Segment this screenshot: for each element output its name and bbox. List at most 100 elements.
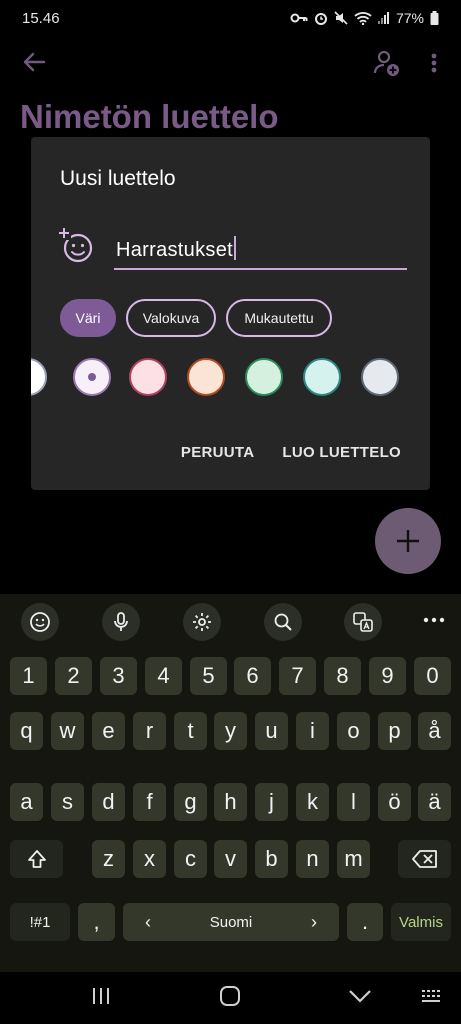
- translate-icon: [353, 612, 373, 632]
- key-z[interactable]: z: [92, 840, 125, 878]
- emoji-key[interactable]: [21, 603, 59, 641]
- key-k[interactable]: k: [296, 783, 329, 821]
- back-arrow-icon[interactable]: [20, 48, 48, 76]
- app-bar: [0, 40, 461, 84]
- key-j[interactable]: j: [255, 783, 288, 821]
- color-swatches: [31, 355, 430, 399]
- key-d[interactable]: d: [92, 783, 125, 821]
- key-7[interactable]: 7: [279, 657, 316, 695]
- list-name-value: Harrastukset: [116, 239, 233, 261]
- add-emoji-icon[interactable]: [58, 227, 96, 265]
- comma-key[interactable]: ,: [78, 903, 115, 941]
- add-fab[interactable]: [375, 508, 441, 574]
- gear-icon: [193, 613, 211, 631]
- alarm-icon: [314, 13, 327, 25]
- dialog-actions: PERUUTA LUO LUETTELO: [181, 444, 401, 461]
- key-i[interactable]: i: [296, 712, 329, 750]
- wifi-icon: [354, 12, 372, 25]
- symbols-key[interactable]: !#1: [10, 903, 70, 941]
- key-o-umlaut[interactable]: ö: [378, 783, 411, 821]
- key-e[interactable]: e: [92, 712, 125, 750]
- key-g[interactable]: g: [174, 783, 207, 821]
- key-x[interactable]: x: [133, 840, 166, 878]
- key-9[interactable]: 9: [369, 657, 406, 695]
- cancel-button[interactable]: PERUUTA: [181, 444, 255, 461]
- backspace-key[interactable]: [398, 840, 451, 878]
- key-0[interactable]: 0: [414, 657, 451, 695]
- key-t[interactable]: t: [174, 712, 207, 750]
- color-swatch[interactable]: [129, 358, 167, 396]
- key-f[interactable]: f: [133, 783, 166, 821]
- space-key[interactable]: ‹ Suomi ›: [123, 903, 339, 941]
- more-vert-icon[interactable]: [424, 48, 444, 78]
- keyboard: 1 2 3 4 5 6 7 8 9 0 q w e r t y u i o p …: [0, 594, 461, 972]
- list-name-input[interactable]: Harrastukset: [114, 232, 407, 270]
- keyboard-toolbar: [0, 594, 461, 648]
- backspace-icon: [411, 850, 437, 868]
- key-l[interactable]: l: [337, 783, 370, 821]
- chip-color[interactable]: Väri: [60, 299, 116, 337]
- key-p[interactable]: p: [378, 712, 411, 750]
- keyboard-settings-key[interactable]: [183, 603, 221, 641]
- key-3[interactable]: 3: [100, 657, 137, 695]
- voice-input-key[interactable]: [102, 603, 140, 641]
- translate-key[interactable]: [344, 603, 382, 641]
- key-y[interactable]: y: [214, 712, 247, 750]
- key-c[interactable]: c: [174, 840, 207, 878]
- add-person-icon[interactable]: [372, 48, 402, 78]
- color-swatch[interactable]: [245, 358, 283, 396]
- key-1[interactable]: 1: [10, 657, 47, 695]
- dialog-title: Uusi luettelo: [60, 167, 176, 190]
- key-s[interactable]: s: [51, 783, 84, 821]
- key-u[interactable]: u: [255, 712, 288, 750]
- key-4[interactable]: 4: [145, 657, 182, 695]
- status-time: 15.46: [22, 9, 60, 27]
- shift-key[interactable]: [10, 840, 63, 878]
- chip-photo[interactable]: Valokuva: [126, 299, 216, 337]
- key-a[interactable]: a: [10, 783, 43, 821]
- key-w[interactable]: w: [51, 712, 84, 750]
- key-2[interactable]: 2: [55, 657, 92, 695]
- keyboard-search-key[interactable]: [264, 603, 302, 641]
- signal-icon: [377, 12, 389, 24]
- battery-icon: [430, 11, 439, 25]
- key-q[interactable]: q: [10, 712, 43, 750]
- system-nav-bar: [0, 972, 461, 1024]
- back-chevron-icon[interactable]: [348, 988, 372, 1004]
- new-list-dialog: Uusi luettelo Harrastukset Väri Valokuva…: [31, 137, 430, 490]
- shift-icon: [27, 850, 46, 868]
- key-icon: [290, 13, 308, 23]
- keyboard-hide-icon[interactable]: [420, 988, 444, 1006]
- key-a-ring[interactable]: å: [418, 712, 451, 750]
- color-swatch[interactable]: [187, 358, 225, 396]
- key-8[interactable]: 8: [324, 657, 361, 695]
- create-list-button[interactable]: LUO LUETTELO: [282, 444, 401, 461]
- key-b[interactable]: b: [255, 840, 288, 878]
- cursor-right-icon[interactable]: ›: [311, 912, 317, 933]
- search-icon: [274, 613, 292, 631]
- color-swatch[interactable]: [303, 358, 341, 396]
- cursor-left-icon[interactable]: ‹: [145, 912, 151, 933]
- status-bar: 15.46 77%: [0, 0, 461, 36]
- done-key[interactable]: Valmis: [391, 903, 451, 941]
- period-key[interactable]: .: [347, 903, 383, 941]
- more-horiz-icon[interactable]: [420, 608, 448, 632]
- chip-custom[interactable]: Mukautettu: [226, 299, 332, 337]
- key-h[interactable]: h: [214, 783, 247, 821]
- key-r[interactable]: r: [133, 712, 166, 750]
- microphone-icon: [114, 612, 128, 631]
- recent-apps-icon[interactable]: [90, 986, 112, 1006]
- key-n[interactable]: n: [296, 840, 329, 878]
- emoji-icon: [30, 612, 50, 632]
- key-v[interactable]: v: [214, 840, 247, 878]
- color-swatch-selected[interactable]: [73, 358, 111, 396]
- key-5[interactable]: 5: [190, 657, 227, 695]
- color-swatch[interactable]: [361, 358, 399, 396]
- key-o[interactable]: o: [337, 712, 370, 750]
- home-icon[interactable]: [219, 985, 241, 1007]
- key-m[interactable]: m: [337, 840, 370, 878]
- key-a-umlaut[interactable]: ä: [418, 783, 451, 821]
- mute-icon: [334, 11, 348, 25]
- color-swatch[interactable]: [31, 358, 47, 396]
- key-6[interactable]: 6: [234, 657, 271, 695]
